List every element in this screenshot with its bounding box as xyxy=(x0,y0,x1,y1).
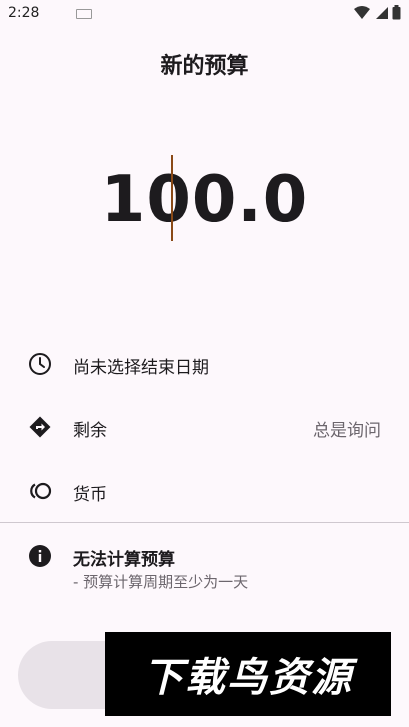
watermark-text: 下载鸟资源 xyxy=(143,655,353,701)
battery-icon xyxy=(392,5,401,20)
text-caret xyxy=(170,155,173,241)
status-time: 2:28 xyxy=(8,5,40,21)
amount-area[interactable]: 100.0 xyxy=(0,155,409,245)
remaining-value: 总是询问 xyxy=(313,421,381,441)
wifi-icon xyxy=(354,5,370,19)
info-icon xyxy=(29,545,51,567)
info-title: 无法计算预算 xyxy=(73,550,175,570)
status-icons xyxy=(354,5,401,20)
remaining-row[interactable]: 剩余 总是询问 xyxy=(0,407,409,447)
end-date-row[interactable]: 尚未选择结束日期 xyxy=(0,344,409,384)
amount-value: 100.0 xyxy=(100,163,309,237)
page-title: 新的预算 xyxy=(160,54,249,79)
remaining-label: 剩余 xyxy=(73,421,107,441)
signal-icon xyxy=(376,6,388,19)
watermark: 下载鸟资源 xyxy=(105,632,391,716)
info-subtitle: - 预算计算周期至少为一天 xyxy=(73,573,249,591)
currency-row[interactable]: 货币 xyxy=(0,471,409,511)
clock-icon xyxy=(29,353,51,375)
status-bar: 2:28 xyxy=(0,0,409,28)
currency-icon xyxy=(30,482,52,500)
currency-label: 货币 xyxy=(73,485,107,505)
amount-input[interactable]: 100.0 xyxy=(101,155,308,245)
end-date-label: 尚未选择结束日期 xyxy=(73,358,209,378)
keyboard-icon xyxy=(76,9,92,19)
divider xyxy=(0,522,409,523)
directions-icon xyxy=(29,416,51,438)
